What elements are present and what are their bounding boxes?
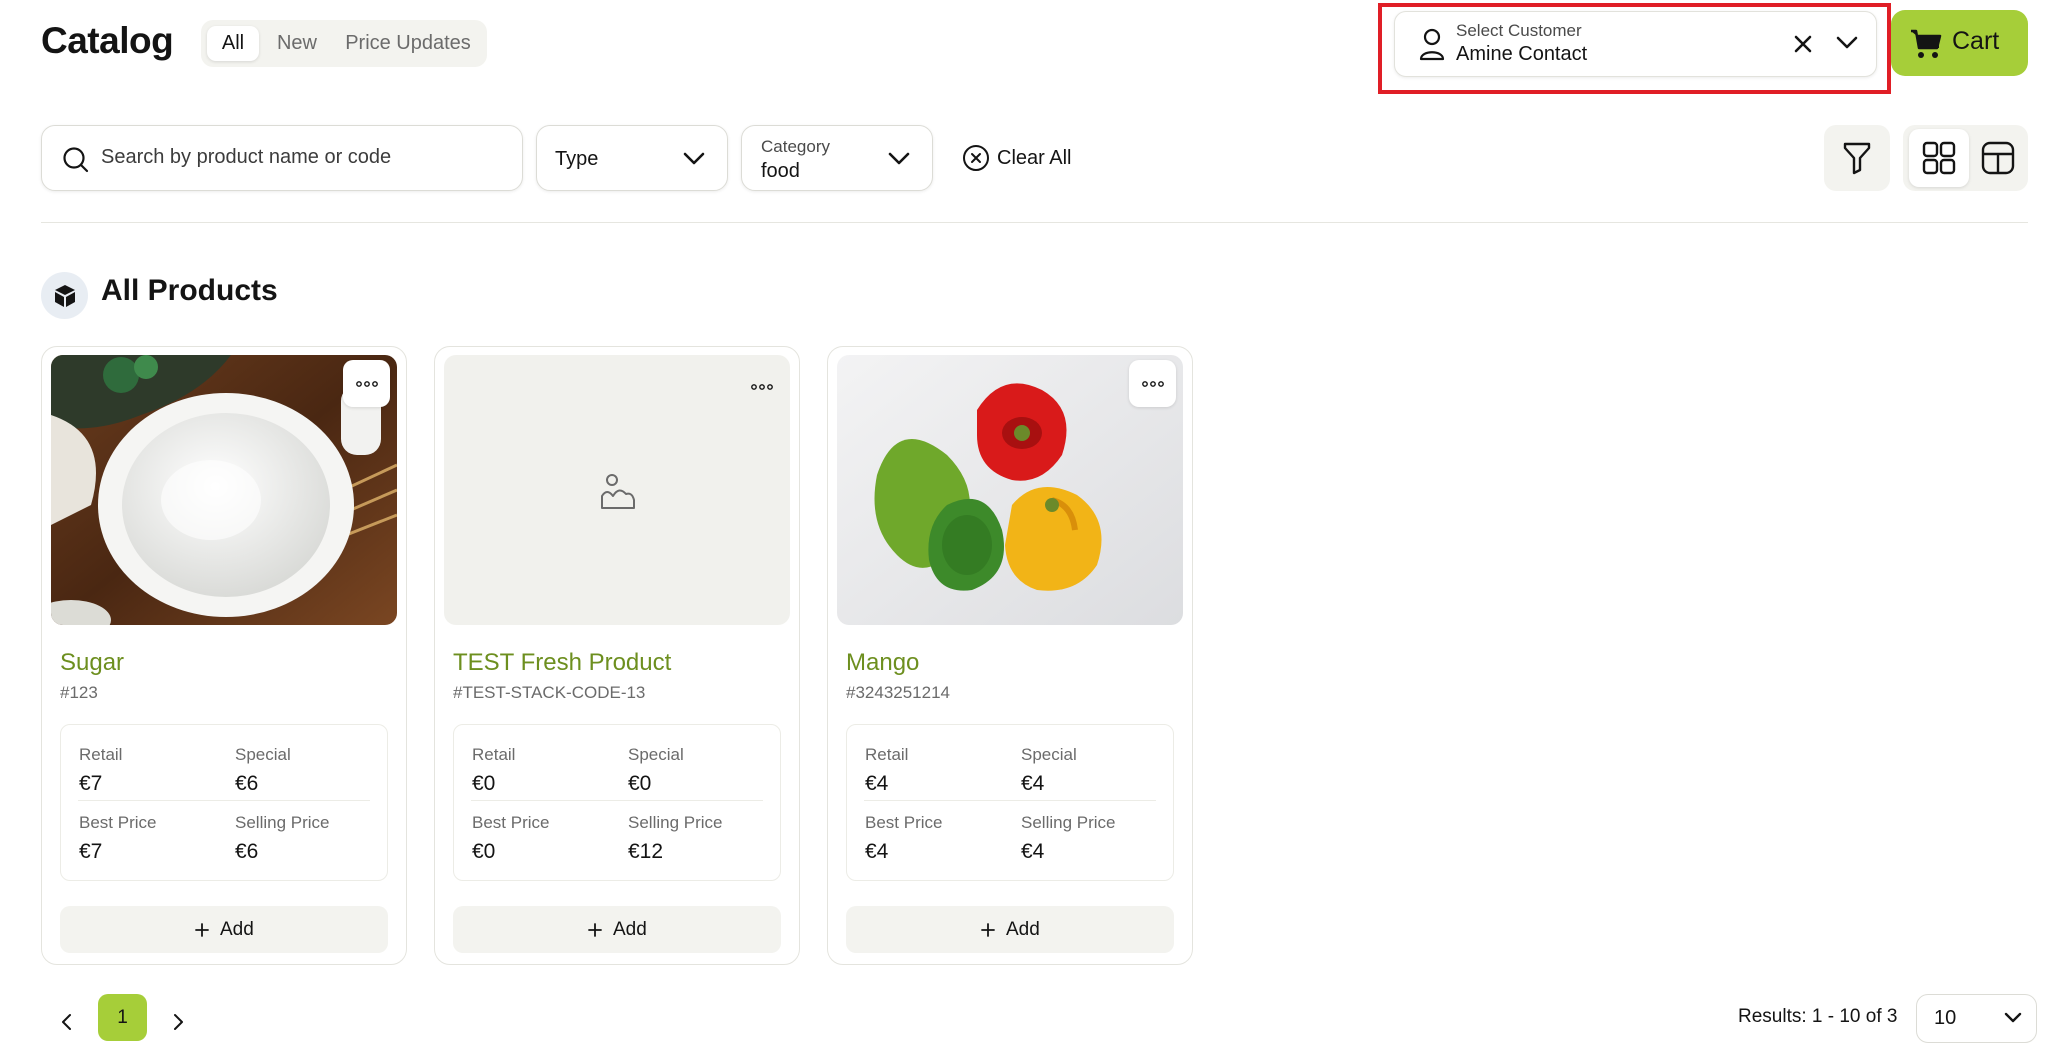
price-divider <box>864 800 1156 801</box>
best-price: €7 <box>79 840 103 863</box>
more-dots-icon <box>1142 381 1164 387</box>
chevron-left-icon[interactable] <box>60 1012 74 1032</box>
selling-price-label: Selling Price <box>628 813 723 832</box>
filter-icon <box>1843 142 1871 175</box>
placeholder-image-icon <box>601 474 635 509</box>
chevron-down-icon <box>2004 1012 2022 1023</box>
results-count: Results: 1 - 10 of 3 <box>1738 1006 1898 1027</box>
best-price-label: Best Price <box>472 813 550 832</box>
price-divider <box>471 800 763 801</box>
product-name[interactable]: TEST Fresh Product <box>453 649 671 677</box>
plus-icon <box>195 923 209 937</box>
product-code: #123 <box>60 683 98 702</box>
selling-price: €6 <box>235 840 259 863</box>
grid-view-icon <box>1922 141 1956 175</box>
cart-label: Cart <box>1952 27 2000 55</box>
chevron-down-icon <box>683 152 705 165</box>
plus-icon <box>588 923 602 937</box>
page-title: Catalog <box>41 20 174 61</box>
chevron-right-icon[interactable] <box>171 1012 185 1032</box>
customer-select-label: Select Customer <box>1456 21 1582 40</box>
category-select-label: Category <box>761 137 830 156</box>
tab-price-updates[interactable]: Price Updates <box>335 26 481 61</box>
best-price-label: Best Price <box>865 813 943 832</box>
add-label: Add <box>1006 919 1040 940</box>
layout-view-icon[interactable] <box>1981 141 2015 175</box>
best-price: €4 <box>865 840 889 863</box>
retail-label: Retail <box>865 745 909 764</box>
more-dots-icon[interactable] <box>751 384 773 390</box>
clear-all-button[interactable]: Clear All <box>997 147 1071 170</box>
special-label: Special <box>1021 745 1077 764</box>
user-icon <box>1419 28 1445 61</box>
category-select-value: food <box>761 160 800 182</box>
retail-label: Retail <box>79 745 123 764</box>
clear-all-icon[interactable] <box>962 144 990 172</box>
selling-price: €12 <box>628 840 664 863</box>
product-name[interactable]: Mango <box>846 649 919 677</box>
best-price-label: Best Price <box>79 813 157 832</box>
plus-icon <box>981 923 995 937</box>
per-page-value: 10 <box>1934 1007 1957 1029</box>
cart-icon <box>1911 29 1942 58</box>
section-title: All Products <box>101 274 278 307</box>
add-label: Add <box>613 919 647 940</box>
add-label: Add <box>220 919 254 940</box>
page-button-current[interactable]: 1 <box>98 994 147 1041</box>
product-name[interactable]: Sugar <box>60 649 124 677</box>
more-dots-icon <box>356 381 378 387</box>
retail-price: €0 <box>472 772 496 795</box>
special-label: Special <box>235 745 291 764</box>
box-icon <box>55 285 75 307</box>
special-price: €0 <box>628 772 652 795</box>
best-price: €0 <box>472 840 496 863</box>
search-input[interactable]: Search by product name or code <box>101 146 391 169</box>
special-price: €4 <box>1021 772 1045 795</box>
product-code: #TEST-STACK-CODE-13 <box>453 683 646 702</box>
tab-new[interactable]: New <box>265 26 329 61</box>
customer-select-value: Amine Contact <box>1456 43 1588 65</box>
retail-label: Retail <box>472 745 516 764</box>
selling-price-label: Selling Price <box>235 813 330 832</box>
chevron-down-icon[interactable] <box>1835 35 1859 51</box>
clear-customer-icon[interactable] <box>1793 34 1813 54</box>
retail-price: €7 <box>79 772 103 795</box>
selling-price: €4 <box>1021 840 1045 863</box>
product-code: #3243251214 <box>846 683 951 702</box>
chevron-down-icon <box>888 152 910 165</box>
search-icon <box>63 147 89 173</box>
selling-price-label: Selling Price <box>1021 813 1116 832</box>
special-label: Special <box>628 745 684 764</box>
tab-all[interactable]: All <box>207 26 259 61</box>
type-select-label: Type <box>555 148 599 170</box>
filters-divider <box>41 222 2028 223</box>
catalog-tabs: All New Price Updates <box>201 20 487 67</box>
price-divider <box>78 800 370 801</box>
retail-price: €4 <box>865 772 889 795</box>
special-price: €6 <box>235 772 259 795</box>
